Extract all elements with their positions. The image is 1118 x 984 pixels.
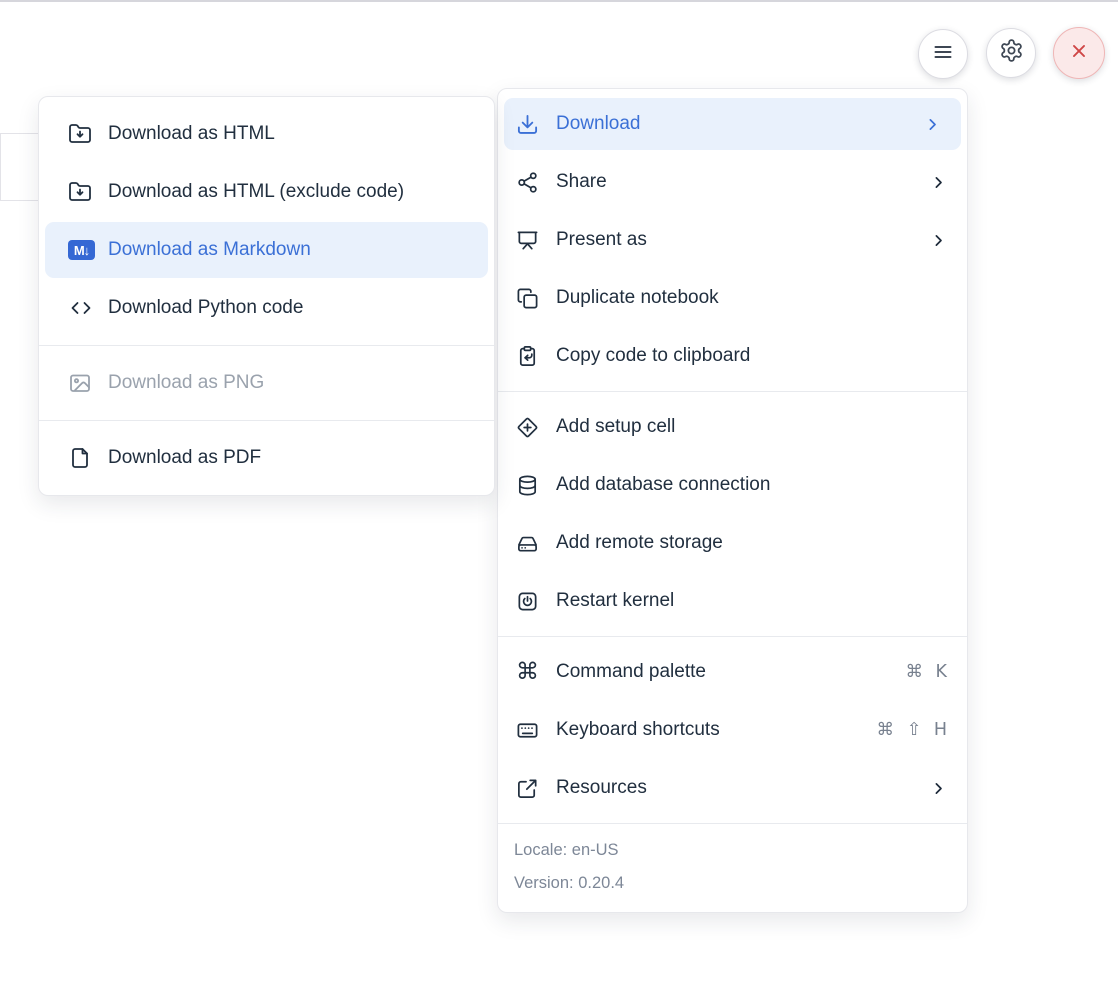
menu-item-add-database-connection[interactable]: Add database connection bbox=[498, 456, 967, 514]
menu-item-download-python-code[interactable]: Download Python code bbox=[39, 279, 494, 337]
hamburger-icon bbox=[931, 40, 955, 69]
menu-item-label: Command palette bbox=[556, 661, 706, 683]
menu-item-duplicate-notebook[interactable]: Duplicate notebook bbox=[498, 269, 967, 327]
chevron-right-icon bbox=[930, 174, 947, 191]
file-icon bbox=[68, 446, 95, 470]
menu-item-label: Add database connection bbox=[556, 474, 770, 496]
menu-item-keyboard-shortcuts[interactable]: Keyboard shortcuts ⌘ ⇧ H bbox=[498, 701, 967, 759]
menu-item-label: Duplicate notebook bbox=[556, 287, 719, 309]
menu-item-label: Present as bbox=[556, 229, 647, 251]
shortcut-label: ⌘ ⇧ H bbox=[877, 720, 947, 740]
presentation-icon bbox=[516, 229, 543, 252]
menu-item-label: Share bbox=[556, 171, 607, 193]
close-icon bbox=[1068, 40, 1090, 67]
menu-item-add-remote-storage[interactable]: Add remote storage bbox=[498, 514, 967, 572]
menu-item-label: Download as HTML (exclude code) bbox=[108, 181, 404, 203]
notebook-menu: Download Share bbox=[497, 88, 968, 913]
hard-drive-icon bbox=[516, 532, 543, 555]
menu-item-restart-kernel[interactable]: Restart kernel bbox=[498, 572, 967, 630]
menu-item-share[interactable]: Share bbox=[498, 153, 967, 211]
keyboard-icon bbox=[516, 719, 543, 742]
background-cell-border bbox=[0, 133, 40, 134]
database-icon bbox=[516, 474, 543, 497]
locale-text: Locale: en-US bbox=[514, 834, 967, 867]
menu-item-label: Resources bbox=[556, 777, 647, 799]
close-button[interactable] bbox=[1053, 27, 1105, 79]
version-text: Version: 0.20.4 bbox=[514, 867, 967, 900]
menu-item-add-setup-cell[interactable]: Add setup cell bbox=[498, 398, 967, 456]
menu-item-download[interactable]: Download bbox=[504, 98, 961, 150]
menu-item-label: Download as PDF bbox=[108, 447, 261, 469]
power-icon bbox=[516, 590, 543, 613]
background-cell-border bbox=[0, 200, 40, 201]
menu-item-download-as-pdf[interactable]: Download as PDF bbox=[39, 429, 494, 487]
shortcut-label: ⌘ K bbox=[905, 662, 947, 682]
menu-item-label: Download as PNG bbox=[108, 372, 264, 394]
share-icon bbox=[516, 171, 543, 194]
chevron-right-icon bbox=[930, 780, 947, 797]
clipboard-copy-icon bbox=[516, 345, 543, 368]
menu-item-resources[interactable]: Resources bbox=[498, 759, 967, 817]
menu-item-label: Add remote storage bbox=[556, 532, 723, 554]
copy-icon bbox=[516, 287, 543, 310]
menu-footer: Locale: en-US Version: 0.20.4 bbox=[498, 823, 967, 912]
folder-download-icon bbox=[68, 122, 95, 146]
download-submenu: Download as HTML Download as HTML (exclu… bbox=[38, 96, 495, 496]
chevron-right-icon bbox=[930, 232, 947, 249]
external-link-icon bbox=[516, 777, 543, 800]
menu-item-command-palette[interactable]: ⌘ Command palette ⌘ K bbox=[498, 643, 967, 701]
menu-item-download-as-markdown[interactable]: M↓ Download as Markdown bbox=[45, 222, 488, 278]
background-cell-border bbox=[0, 133, 1, 200]
menu-item-label: Download Python code bbox=[108, 297, 303, 319]
gear-icon bbox=[999, 38, 1024, 68]
menu-item-download-as-html[interactable]: Download as HTML bbox=[39, 105, 494, 163]
menu-item-copy-code-to-clipboard[interactable]: Copy code to clipboard bbox=[498, 327, 967, 385]
menu-item-download-as-png[interactable]: Download as PNG bbox=[39, 354, 494, 412]
menu-item-label: Restart kernel bbox=[556, 590, 674, 612]
menu-item-label: Copy code to clipboard bbox=[556, 345, 750, 367]
diamond-plus-icon bbox=[516, 416, 543, 439]
menu-item-label: Keyboard shortcuts bbox=[556, 719, 720, 741]
top-divider bbox=[0, 0, 1118, 2]
command-icon: ⌘ bbox=[516, 661, 543, 684]
chevron-right-icon bbox=[924, 116, 941, 133]
menu-item-label: Add setup cell bbox=[556, 416, 675, 438]
menu-item-label: Download as Markdown bbox=[108, 239, 311, 261]
menu-item-download-as-html-exclude-code[interactable]: Download as HTML (exclude code) bbox=[39, 163, 494, 221]
settings-button[interactable] bbox=[986, 28, 1036, 78]
menu-item-label: Download bbox=[556, 113, 641, 135]
image-icon bbox=[68, 371, 95, 395]
page: Download as HTML Download as HTML (exclu… bbox=[0, 0, 1118, 984]
hamburger-menu-button[interactable] bbox=[918, 29, 968, 79]
download-icon bbox=[516, 113, 543, 136]
markdown-icon: M↓ bbox=[68, 240, 95, 260]
code-icon bbox=[68, 296, 95, 320]
menu-item-present-as[interactable]: Present as bbox=[498, 211, 967, 269]
folder-download-icon bbox=[68, 180, 95, 204]
menu-item-label: Download as HTML bbox=[108, 123, 275, 145]
